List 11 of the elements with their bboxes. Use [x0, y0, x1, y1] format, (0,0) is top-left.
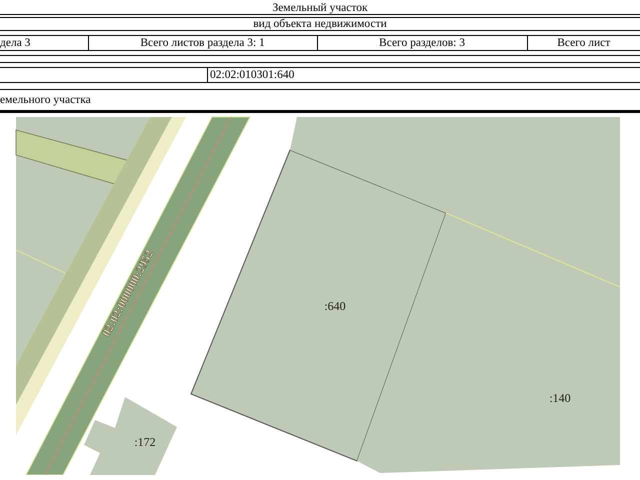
- parcel-number: :172: [134, 435, 156, 449]
- sheet-info: Всего листов раздела 3: 1: [140, 37, 265, 49]
- parcel-number: :640: [324, 299, 346, 313]
- object-type: Земельный участок: [272, 2, 368, 14]
- sheet-info: дела 3: [0, 37, 30, 49]
- sheet-info: Всего разделов: 3: [379, 37, 465, 49]
- cadastral-number: 02:02:010301:640: [210, 69, 294, 81]
- parcel-number: :140: [549, 391, 571, 405]
- object-type-caption: вид объекта недвижимости: [253, 18, 387, 30]
- section-caption: емельного участка: [0, 94, 91, 106]
- sheet-info: Всего лист: [557, 37, 610, 49]
